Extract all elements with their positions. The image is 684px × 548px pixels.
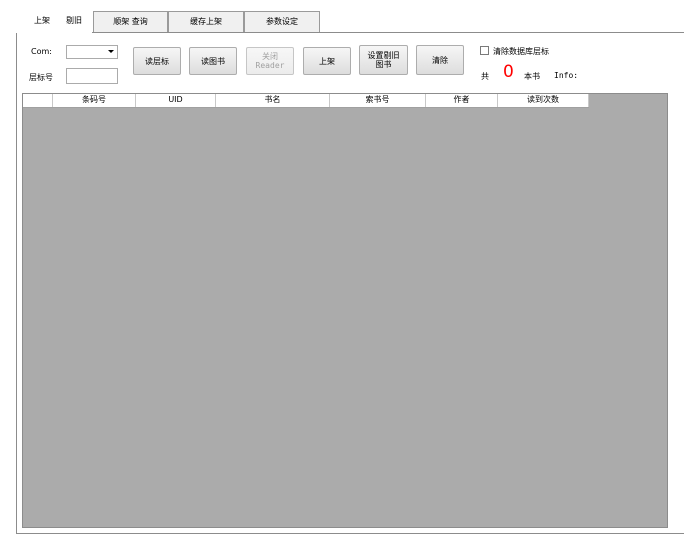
total-prefix: 共: [481, 72, 489, 81]
info-label: Info:: [554, 71, 579, 80]
tab-settings[interactable]: 参数设定: [244, 11, 320, 32]
shelve-label: 上架: [319, 56, 335, 66]
read-book-label: 读图书: [201, 56, 225, 66]
tab-shelve[interactable]: 上架: [34, 11, 50, 31]
grid-corner: [23, 94, 53, 107]
panel-border-bottom: [16, 533, 684, 534]
book-count: 0: [503, 62, 514, 82]
set-weed-label: 设置剔旧 图书: [367, 51, 400, 69]
com-label: Com:: [31, 47, 52, 56]
tab-cache-shelve-label: 缓存上架: [190, 17, 222, 26]
shelve-button[interactable]: 上架: [303, 47, 351, 75]
read-shelf-button[interactable]: 读层标: [133, 47, 181, 75]
book-grid[interactable]: 条码号 UID 书名 索书号 作者 读到次数: [22, 93, 668, 528]
clear-label: 清除: [432, 55, 448, 65]
close-reader-label: 关闭 Reader: [255, 52, 285, 70]
tab-strip: 上架 剔旧 顺架 查询 缓存上架 参数设定: [16, 11, 684, 33]
col-barcode[interactable]: 条码号: [53, 94, 136, 107]
close-reader-button[interactable]: 关闭 Reader: [246, 47, 294, 75]
read-shelf-label: 读层标: [145, 56, 169, 66]
clear-button[interactable]: 清除: [416, 45, 464, 75]
col-call-number[interactable]: 索书号: [330, 94, 426, 107]
clear-db-shelf-checkbox[interactable]: [480, 46, 489, 55]
tab-order-query-label: 顺架 查询: [113, 17, 148, 26]
tab-settings-label: 参数设定: [266, 17, 298, 26]
panel-border-left: [16, 32, 17, 534]
tab-cache-shelve[interactable]: 缓存上架: [168, 11, 244, 32]
col-title[interactable]: 书名: [216, 94, 330, 107]
com-port-select[interactable]: [66, 45, 118, 59]
set-weed-button[interactable]: 设置剔旧 图书: [359, 45, 408, 75]
read-book-button[interactable]: 读图书: [189, 47, 237, 75]
shelf-number-input[interactable]: [66, 68, 118, 84]
tab-divider: [92, 32, 684, 33]
col-uid[interactable]: UID: [136, 94, 216, 107]
col-read-count[interactable]: 读到次数: [498, 94, 589, 107]
tab-order-query[interactable]: 顺架 查询: [93, 11, 168, 32]
tab-weed[interactable]: 剔旧: [66, 11, 82, 31]
tab-group-active: 上架 剔旧: [16, 11, 92, 33]
chevron-down-icon: [108, 50, 114, 53]
total-suffix: 本书: [524, 72, 540, 81]
col-author[interactable]: 作者: [426, 94, 498, 107]
clear-db-shelf-label: 清除数据库层标: [493, 47, 549, 56]
shelf-number-label: 层标号: [29, 73, 53, 82]
grid-header: 条码号 UID 书名 索书号 作者 读到次数: [23, 94, 589, 108]
